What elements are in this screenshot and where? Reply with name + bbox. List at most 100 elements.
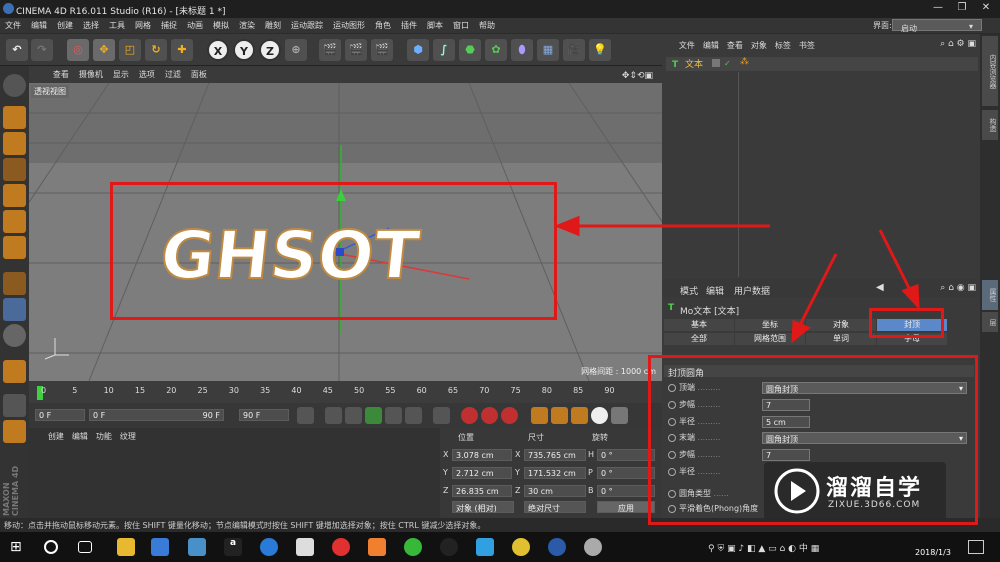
store-icon[interactable] [151,538,169,556]
tab-all[interactable]: 全部 [664,333,734,345]
key-position-icon[interactable] [531,407,548,424]
tab-words[interactable]: 单词 [806,333,876,345]
next-key-icon[interactable] [405,407,422,424]
mograph-cloner-icon[interactable]: ✿ [485,39,507,61]
minimize-button[interactable]: — [926,2,950,16]
tray-icons[interactable]: ⚲ ⛨ ▣ ♪ ◧ ▲ ▭ ⌂ ◐ 中 ▦ [708,541,819,554]
object-row-text[interactable]: T 文本 ✓ ⁂ [666,57,978,71]
edges-mode-icon[interactable] [3,210,26,233]
menu-sculpt[interactable]: 雕刻 [260,18,286,33]
floor-icon[interactable]: ▦ [537,39,559,61]
light-icon[interactable]: 💡 [589,39,611,61]
menu-character[interactable]: 角色 [370,18,396,33]
obj-menu-tag[interactable]: 标签 [771,34,795,57]
make-editable-icon[interactable] [3,74,26,97]
pos-y-field[interactable]: 2.712 cm [452,467,512,479]
size-z-field[interactable]: 30 cm [524,485,586,497]
start-frame-field[interactable]: 0 F [35,409,85,421]
polygons-mode-icon[interactable] [3,236,26,259]
record-icon[interactable] [461,407,478,424]
attr-menu-edit[interactable]: 编辑 [706,284,724,297]
qq-icon[interactable] [440,538,458,556]
app2-icon[interactable] [584,538,602,556]
spline-pen-icon[interactable]: ∫ [433,39,455,61]
maximize-button[interactable]: ❐ [950,2,974,16]
tweak-mode-icon[interactable] [3,298,26,321]
size-x-field[interactable]: 735.765 cm [524,449,586,461]
menu-snap[interactable]: 捕捉 [156,18,182,33]
netease-music-icon[interactable] [332,538,350,556]
magnet-icon[interactable] [3,360,26,383]
prev-frame-icon[interactable] [345,407,362,424]
workplane-icon[interactable] [3,158,26,181]
enabled-check-icon[interactable]: ✓ [724,59,732,68]
menu-mograph[interactable]: 运动图形 [328,18,370,33]
vp-menu-display[interactable]: 显示 [108,66,134,83]
pos-z-field[interactable]: 26.835 cm [452,485,512,497]
obj-menu-edit[interactable]: 编辑 [699,34,723,57]
timeline-ruler[interactable]: 0 5 10 15 20 25 30 35 40 45 50 55 60 65 70 75 80 85 90 [29,381,662,403]
layout-select[interactable]: 启动 ▾ [892,19,982,33]
back-arrow-icon[interactable]: ◀ [876,282,884,293]
undo-icon[interactable]: ↶ [6,39,28,61]
ie-icon[interactable] [260,538,278,556]
next-frame-icon[interactable] [385,407,402,424]
obj-menu-bookmark[interactable]: 书签 [795,34,819,57]
keyframe-selection-icon[interactable] [501,407,518,424]
rotate-tool-icon[interactable]: ↻ [145,39,167,61]
frame-range-slider[interactable]: 0 F 90 F [89,409,224,421]
camera-icon[interactable]: 🎥 [563,39,585,61]
z-axis-lock-icon[interactable]: Z [259,39,281,61]
key-scale-icon[interactable] [551,407,568,424]
mat-menu-edit[interactable]: 编辑 [68,428,92,445]
size-mode-select[interactable]: 绝对尺寸 [524,501,586,513]
mat-menu-texture[interactable]: 纹理 [116,428,140,445]
render-settings-icon[interactable]: 🎬 [371,39,393,61]
menu-file[interactable]: 文件 [0,18,26,33]
goto-start-icon[interactable] [297,407,314,424]
obj-menu-file[interactable]: 文件 [675,34,699,57]
close-button[interactable]: ✕ [974,2,998,16]
vp-menu-panel[interactable]: 面板 [186,66,212,83]
cinema4d-taskbar-icon[interactable] [548,538,566,556]
key-pla-icon[interactable] [611,407,628,424]
live-select-icon[interactable]: ◎ [67,39,89,61]
autokey-icon[interactable] [481,407,498,424]
cube-primitive-icon[interactable]: ⬢ [407,39,429,61]
render-picture-viewer-icon[interactable]: 🎬 [345,39,367,61]
notifications-icon[interactable] [968,540,984,554]
wechat-icon[interactable] [404,538,422,556]
app-icon[interactable] [368,538,386,556]
attr-tools-icon[interactable]: ⌕ ⌂ ◉ ▣ [940,283,976,293]
vp-menu-view[interactable]: 查看 [48,66,74,83]
end-frame-field[interactable]: 90 F [239,409,289,421]
tab-basic[interactable]: 基本 [664,319,734,331]
scale-tool-icon[interactable]: ◰ [119,39,141,61]
menu-plugins[interactable]: 插件 [396,18,422,33]
menu-motion-tracker[interactable]: 运动跟踪 [286,18,328,33]
rot-p-field[interactable]: 0 ° [597,467,655,479]
add-tool-icon[interactable]: ✚ [171,39,193,61]
key-param-icon[interactable] [591,407,608,424]
move-tool-icon[interactable]: ✥ [93,39,115,61]
render-view-icon[interactable]: 🎬 [319,39,341,61]
tab-content-browser[interactable]: 内容浏览器 [982,36,998,106]
task-view-icon[interactable] [78,541,92,553]
coord-mode-select[interactable]: 对象 (相对) [452,501,514,513]
menu-script[interactable]: 脚本 [422,18,448,33]
computer-icon[interactable] [188,538,206,556]
size-y-field[interactable]: 171.532 cm [524,467,586,479]
menu-select[interactable]: 选择 [78,18,104,33]
deformer-icon[interactable]: ⬮ [511,39,533,61]
menu-create[interactable]: 创建 [52,18,78,33]
model-mode-icon[interactable] [3,106,26,129]
menu-animate[interactable]: 动画 [182,18,208,33]
menu-mesh[interactable]: 网格 [130,18,156,33]
vp-menu-camera[interactable]: 摄像机 [74,66,108,83]
menu-help[interactable]: 帮助 [474,18,500,33]
obj-menu-view[interactable]: 查看 [723,34,747,57]
lock-workplane-icon[interactable] [3,394,26,417]
tab-attributes[interactable]: 属性 [982,280,998,310]
file-explorer-icon[interactable] [117,538,135,556]
tab-grid-range[interactable]: 网格范围 [735,333,805,345]
